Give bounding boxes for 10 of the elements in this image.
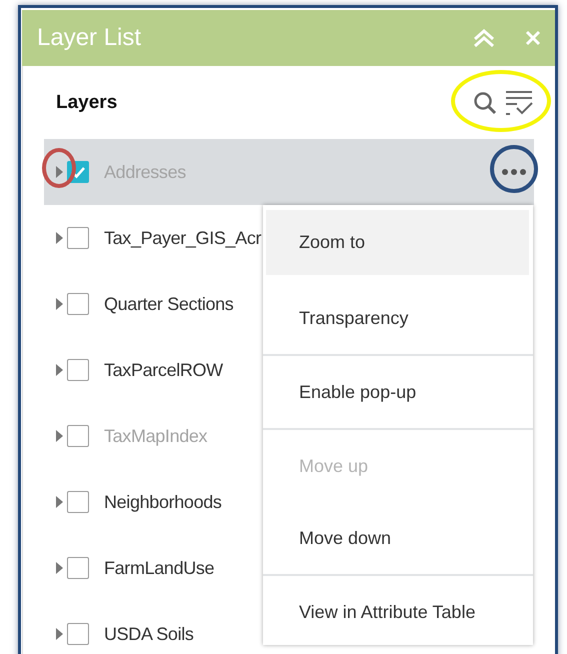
layer-name: Tax_Payer_GIS_Acr: [104, 228, 262, 248]
section-title: Layers: [56, 92, 118, 114]
layer-name: Addresses: [104, 162, 186, 182]
layer-name: USDA Soils: [104, 624, 194, 644]
layer-name: FarmLandUse: [104, 558, 214, 578]
layer-name: TaxMapIndex: [104, 426, 208, 446]
layer-name: TaxParcelROW: [104, 360, 223, 380]
layer-name: Quarter Sections: [104, 294, 234, 314]
panel-title: Layer List: [37, 24, 142, 52]
layer-name: Neighborhoods: [104, 492, 222, 512]
